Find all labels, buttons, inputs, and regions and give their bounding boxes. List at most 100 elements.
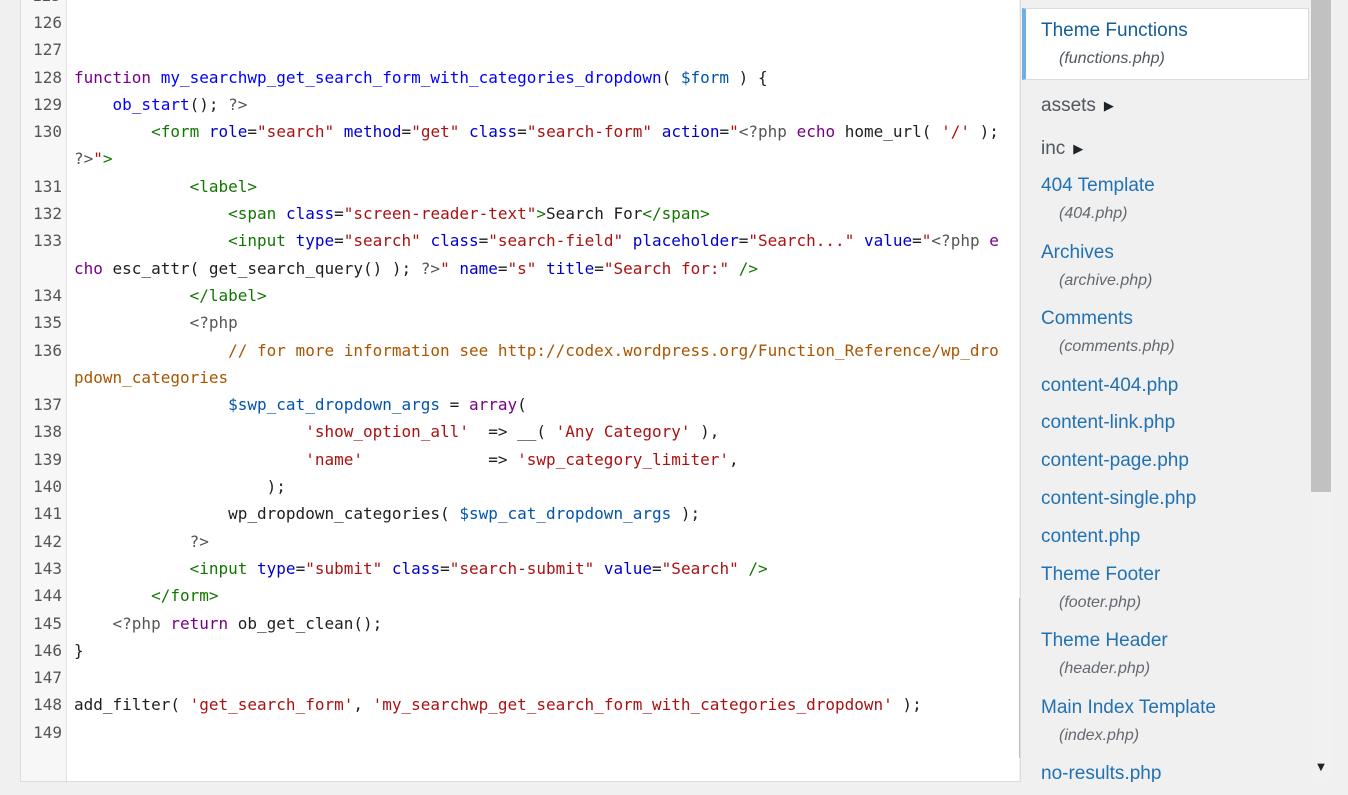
chevron-down-icon[interactable]: ▼	[1310, 760, 1332, 776]
editor-scrollbar[interactable]: ▼	[1019, 0, 1020, 781]
line-number: 126	[33, 13, 62, 32]
code-text[interactable]: </form>	[67, 582, 999, 609]
file-link[interactable]: Theme Header	[1041, 630, 1168, 652]
code-line[interactable]: 145 <?php return ob_get_clean();	[21, 610, 1001, 637]
code-line[interactable]: 135 <?php	[21, 309, 1001, 336]
code-text[interactable]: <span class="screen-reader-text">Search …	[67, 200, 999, 227]
line-number: 149	[33, 722, 62, 742]
file-link[interactable]: Main Index Template	[1041, 697, 1216, 719]
code-line[interactable]: 132 <span class="screen-reader-text">Sea…	[21, 200, 1001, 227]
line-number: 138	[33, 422, 62, 442]
line-number: 139	[33, 449, 62, 469]
code-text[interactable]: wp_dropdown_categories( $swp_cat_dropdow…	[67, 500, 999, 527]
file-link[interactable]: content-link.php	[1041, 412, 1175, 434]
line-number: 144	[33, 586, 62, 606]
code-text[interactable]	[67, 664, 999, 691]
code-text[interactable]: </label>	[67, 282, 999, 309]
file-path: (functions.php)	[1059, 50, 1165, 67]
file-link[interactable]: Comments	[1041, 308, 1133, 330]
line-number: 143	[33, 558, 62, 578]
code-line[interactable]: 133 <input type="search" class="search-f…	[21, 227, 1001, 282]
code-line[interactable]: 143 <input type="submit" class="search-s…	[21, 555, 1001, 582]
code-text[interactable]: 'show_option_all' => __( 'Any Category' …	[67, 418, 999, 445]
line-number: 133	[33, 231, 62, 251]
line-number: 128	[33, 67, 62, 87]
file-name[interactable]: Theme Functions	[1041, 20, 1188, 42]
file-path: (comments.php)	[1059, 338, 1175, 355]
code-text[interactable]: }	[67, 637, 999, 664]
line-number: 129	[33, 94, 62, 114]
code-text[interactable]: <input type="search" class="search-field…	[67, 227, 999, 282]
line-number: 134	[33, 285, 62, 305]
code-content[interactable]: 126 127 128 function my_searchwp_get_search…	[21, 9, 1001, 746]
code-text[interactable]: );	[67, 473, 999, 500]
code-line[interactable]: 146}	[21, 637, 1001, 664]
code-line[interactable]: 147	[21, 664, 1001, 691]
code-text[interactable]: function my_searchwp_get_search_form_wit…	[67, 64, 999, 91]
code-text[interactable]: <form role="search" method="get" class="…	[67, 118, 999, 173]
code-line[interactable]: 140 );	[21, 473, 1001, 500]
file-path: (header.php)	[1059, 660, 1151, 677]
theme-files-list: Theme Functions (functions.php) assets ▶ i…	[1022, 0, 1310, 782]
code-text[interactable]: <label>	[67, 173, 999, 200]
editor-scrollbar-thumb[interactable]	[1019, 598, 1020, 758]
code-line[interactable]: 149	[21, 719, 1001, 746]
file-list-scrollbar[interactable]: ▼	[1310, 0, 1332, 782]
file-path: (footer.php)	[1059, 593, 1142, 611]
code-text[interactable]: ?>	[67, 528, 999, 555]
line-number: 136	[33, 340, 62, 360]
code-line[interactable]: 142 ?>	[21, 528, 1001, 555]
code-text[interactable]: ob_start(); ?>	[67, 91, 999, 118]
file-link[interactable]: content-single.php	[1041, 488, 1196, 510]
code-editor[interactable]: 125 126 127 128function my_searchwp_get_se…	[20, 0, 1021, 782]
code-line[interactable]: 144 </form>	[21, 582, 1001, 609]
code-text[interactable]: // for more information see http://codex…	[67, 337, 999, 392]
file-link[interactable]: no-results.php	[1041, 763, 1161, 782]
line-number: 148	[33, 695, 62, 715]
code-line[interactable]: 131 <label>	[21, 173, 1001, 200]
triangle-right-icon[interactable]: ▶	[1073, 141, 1083, 157]
code-line[interactable]: 128 function my_searchwp_get_search_form_…	[21, 64, 1001, 91]
code-text[interactable]: $swp_cat_dropdown_args = array(	[67, 391, 999, 418]
code-line[interactable]: 126	[21, 9, 1001, 36]
code-line[interactable]: 129 ob_start(); ?>	[21, 91, 1001, 118]
code-line[interactable]: 127	[21, 36, 1001, 63]
file-path: (index.php)	[1059, 726, 1140, 744]
file-list-scrollbar-thumb[interactable]	[1311, 0, 1331, 492]
code-line[interactable]: 136 // for more information see http://c…	[21, 337, 1001, 392]
line-number: 141	[33, 504, 62, 524]
line-number: 147	[33, 668, 62, 688]
code-text[interactable]: <?php return ob_get_clean();	[67, 610, 999, 637]
line-number: 145	[33, 613, 62, 633]
file-link[interactable]: content-page.php	[1041, 450, 1189, 472]
chevron-down-icon[interactable]: ▼	[1019, 760, 1020, 776]
code-line[interactable]: 139 'name' => 'swp_category_limiter',	[21, 446, 1001, 473]
code-text[interactable]: <?php	[67, 309, 999, 336]
line-number: 125	[32, 0, 61, 5]
code-line[interactable]: 141 wp_dropdown_categories( $swp_cat_dro…	[21, 500, 1001, 527]
code-text[interactable]: add_filter( 'get_search_form', 'my_searc…	[67, 691, 999, 718]
code-text[interactable]	[67, 719, 999, 746]
file-link[interactable]: Archives	[1041, 242, 1114, 264]
file-link[interactable]: content-404.php	[1041, 375, 1178, 397]
code-text[interactable]	[67, 9, 999, 36]
file-link[interactable]: content.php	[1041, 526, 1140, 548]
line-number: 135	[33, 313, 62, 333]
code-text[interactable]: 'name' => 'swp_category_limiter',	[67, 446, 999, 473]
file-item-theme-functions[interactable]: Theme Functions (functions.php)	[1022, 8, 1309, 80]
code-text[interactable]	[67, 36, 999, 63]
code-line[interactable]: 137 $swp_cat_dropdown_args = array(	[21, 391, 1001, 418]
code-line[interactable]: 130 <form role="search" method="get" cla…	[21, 118, 1001, 173]
code-line[interactable]: 134 </label>	[21, 282, 1001, 309]
line-number: 132	[33, 204, 62, 224]
line-number: 142	[33, 531, 62, 551]
file-link[interactable]: Theme Footer	[1041, 564, 1160, 586]
file-link[interactable]: 404 Template	[1041, 175, 1155, 197]
code-text[interactable]: <input type="submit" class="search-submi…	[67, 555, 999, 582]
code-line[interactable]: 138 'show_option_all' => __( 'Any Catego…	[21, 418, 1001, 445]
code-line[interactable]: 148 add_filter( 'get_search_form', 'my_se…	[21, 691, 1001, 718]
folder-assets[interactable]: assets ▶	[1041, 95, 1114, 117]
triangle-right-icon[interactable]: ▶	[1104, 98, 1114, 114]
folder-inc[interactable]: inc ▶	[1041, 138, 1083, 160]
line-number: 130	[33, 122, 62, 142]
